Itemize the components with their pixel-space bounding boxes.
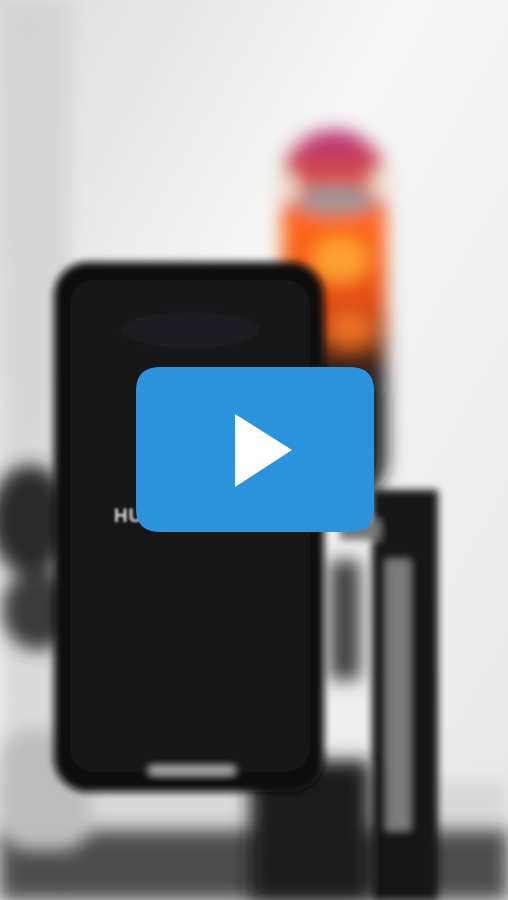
play-button-icon bbox=[136, 367, 374, 532]
play-button[interactable] bbox=[136, 367, 374, 532]
video-thumbnail[interactable]: HUMMINGBIRD bbox=[0, 0, 508, 900]
